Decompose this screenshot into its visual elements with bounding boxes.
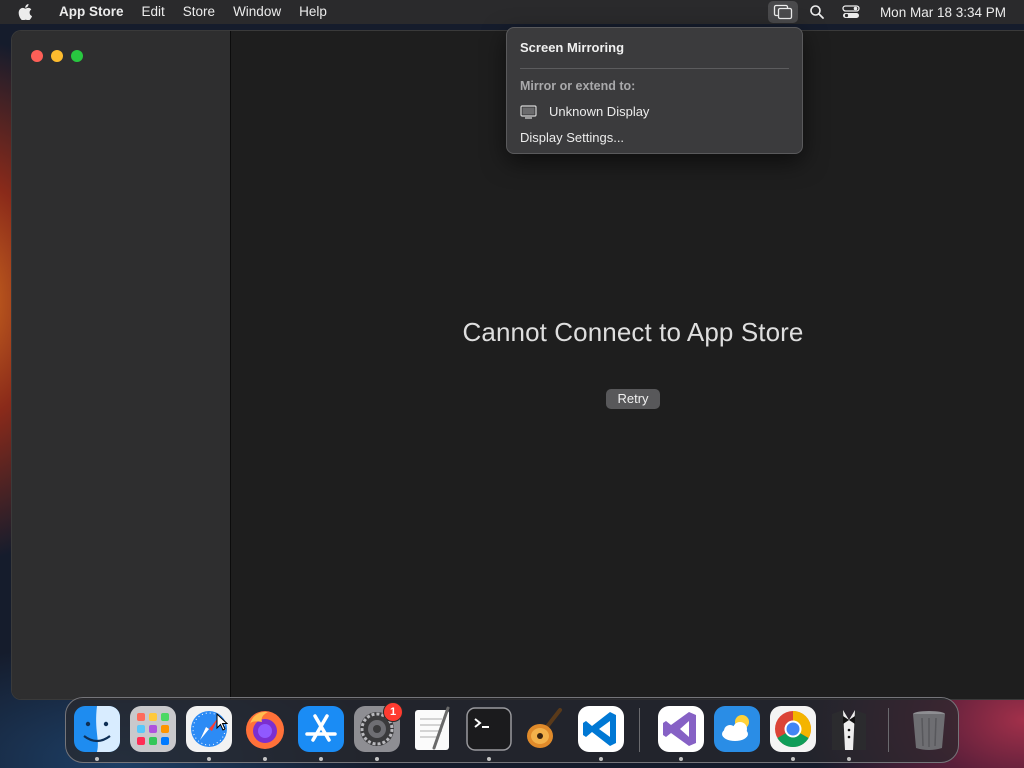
mouse-cursor-icon: [216, 712, 229, 736]
error-title: Cannot Connect to App Store: [462, 317, 804, 347]
apple-menu-icon[interactable]: [0, 0, 50, 24]
firefox-icon[interactable]: [242, 706, 288, 752]
screen-mirroring-icon[interactable]: [767, 1, 798, 23]
dock-separator: [888, 708, 889, 752]
sidebar: [12, 31, 231, 699]
terminal-icon[interactable]: [466, 706, 512, 752]
running-indicator: [791, 757, 795, 761]
running-indicator: [207, 757, 211, 761]
menu-edit[interactable]: Edit: [133, 0, 174, 24]
running-indicator: [375, 757, 379, 761]
chrome-icon[interactable]: [770, 706, 816, 752]
monitor-icon: [520, 104, 537, 119]
running-indicator: [319, 757, 323, 761]
popover-divider: [520, 68, 789, 69]
garageband-icon[interactable]: [522, 706, 568, 752]
close-button[interactable]: [31, 50, 43, 62]
search-icon[interactable]: [802, 1, 832, 23]
bartender-icon[interactable]: [826, 706, 872, 752]
popover-title: Screen Mirroring: [520, 40, 625, 55]
visual-studio-icon[interactable]: [658, 706, 704, 752]
dock: [65, 697, 959, 763]
trash-icon[interactable]: [906, 706, 952, 752]
menu-store[interactable]: Store: [174, 0, 224, 24]
display-option-unknown[interactable]: Unknown Display: [520, 104, 649, 119]
menu-bar: App Store Edit Store Window Help Mon Mar: [0, 0, 1024, 24]
running-indicator: [679, 757, 683, 761]
vscode-icon[interactable]: [578, 706, 624, 752]
menu-help[interactable]: Help: [290, 0, 336, 24]
retry-button[interactable]: Retry: [606, 389, 660, 409]
running-indicator: [847, 757, 851, 761]
app-store-icon[interactable]: [298, 706, 344, 752]
running-indicator: [95, 757, 99, 761]
menu-window[interactable]: Window: [224, 0, 290, 24]
menubar-clock[interactable]: Mon Mar 18 3:34 PM: [866, 5, 1024, 20]
textedit-icon[interactable]: [410, 706, 456, 752]
launchpad-icon[interactable]: [130, 706, 176, 752]
control-center-icon[interactable]: [836, 1, 866, 23]
finder-icon[interactable]: [74, 706, 120, 752]
minimize-button[interactable]: [51, 50, 63, 62]
notification-badge: 1: [383, 702, 403, 722]
status-area: Mon Mar 18 3:34 PM: [764, 0, 1024, 24]
running-indicator: [263, 757, 267, 761]
running-indicator: [599, 757, 603, 761]
running-indicator: [487, 757, 491, 761]
dock-separator: [639, 708, 640, 752]
window-controls: [31, 50, 83, 62]
menu-app-name[interactable]: App Store: [50, 0, 133, 24]
screen-mirroring-popover: Screen Mirroring Mirror or extend to: Un…: [506, 27, 803, 154]
popover-section-label: Mirror or extend to:: [520, 79, 636, 93]
zoom-button[interactable]: [71, 50, 83, 62]
display-settings-link[interactable]: Display Settings...: [520, 130, 624, 145]
display-name: Unknown Display: [549, 104, 650, 119]
weather-icon[interactable]: [714, 706, 760, 752]
